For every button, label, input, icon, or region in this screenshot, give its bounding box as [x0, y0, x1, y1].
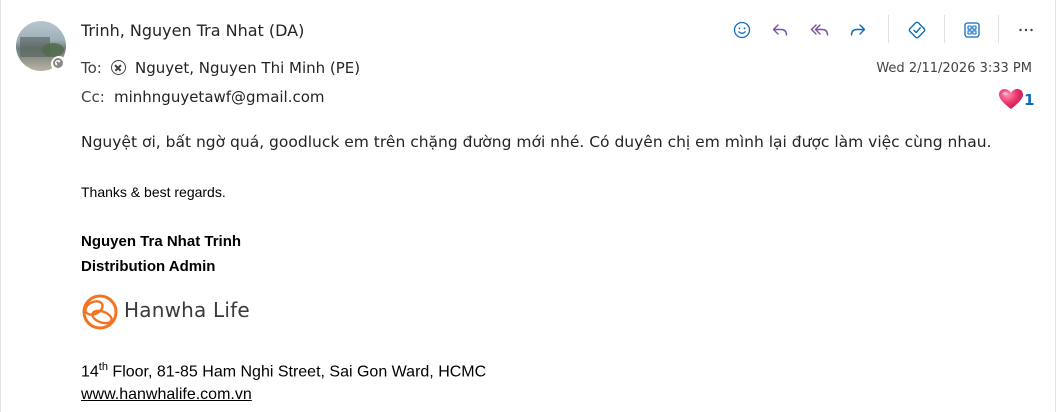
signature-address: 14th Floor, 81-85 Ham Nghi Street, Sai G… [81, 361, 487, 381]
to-recipient[interactable]: Nguyet, Nguyen Thi Minh (PE) [135, 59, 360, 77]
reaction-badge[interactable]: 1 [998, 86, 1038, 110]
signature-website-link[interactable]: www.hanwhalife.com.vn [81, 386, 252, 404]
cc-recipient[interactable]: minhnguyetawf@gmail.com [114, 88, 325, 106]
hanwha-logo-icon [82, 294, 118, 330]
more-icon[interactable] [1014, 18, 1038, 42]
recipient-status-icon [111, 60, 126, 75]
toolbar-separator [998, 15, 999, 43]
cc-label: Cc: [81, 88, 105, 106]
reaction-count: 1 [1024, 91, 1035, 109]
toolbar-separator [944, 15, 945, 43]
signature-name: Nguyen Tra Nhat Trinh [81, 233, 242, 250]
logo-wordmark: Hanwha Life [124, 298, 250, 322]
company-logo: Hanwha Life [80, 292, 270, 332]
pin-icon[interactable] [905, 18, 929, 42]
emoji-icon[interactable] [730, 18, 754, 42]
signature-closing: Thanks & best regards. [81, 184, 226, 200]
sender-name[interactable]: Trinh, Nguyen Tra Nhat (DA) [81, 21, 304, 40]
forward-icon[interactable] [846, 18, 870, 42]
timestamp: Wed 2/11/2026 3:33 PM [876, 61, 1032, 76]
toolbar-separator [888, 15, 889, 43]
reply-all-icon[interactable] [808, 18, 832, 42]
apps-icon[interactable] [960, 18, 984, 42]
signature-title: Distribution Admin [81, 258, 216, 275]
heart-icon [999, 89, 1023, 109]
message-body: Nguyệt ơi, bất ngờ quá, goodluck em trên… [81, 133, 992, 151]
reply-icon[interactable] [768, 18, 792, 42]
to-label: To: [81, 59, 102, 77]
presence-offline-icon [51, 56, 67, 72]
